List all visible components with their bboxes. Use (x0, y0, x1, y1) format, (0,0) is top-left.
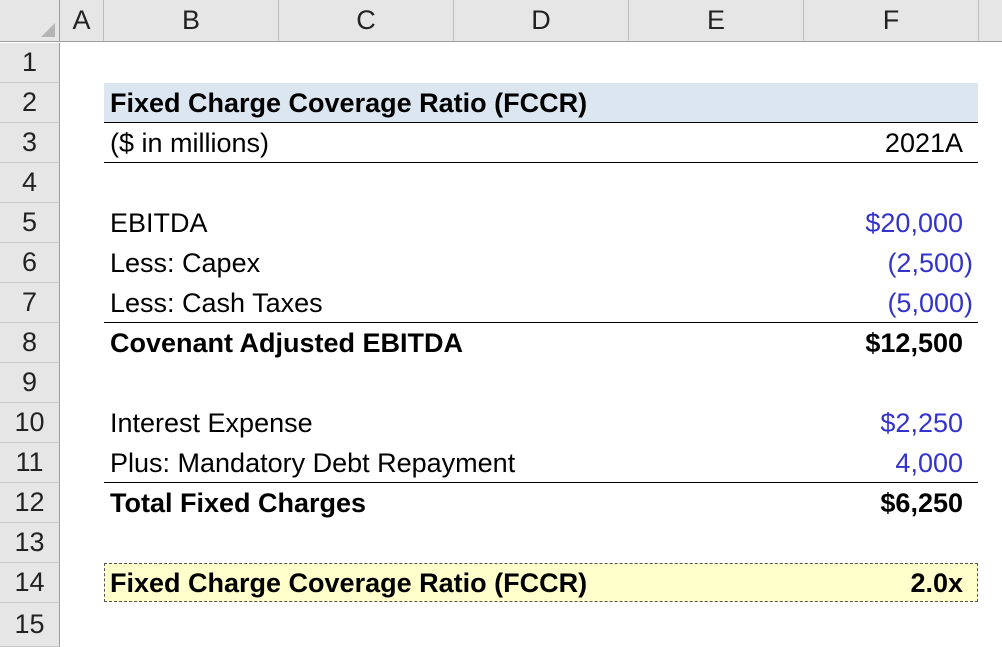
total-fixed-charges-value[interactable]: $6,250 (804, 483, 963, 523)
row-header-7[interactable]: 7 (0, 283, 60, 323)
column-header-f[interactable]: F (804, 0, 979, 42)
capex-label[interactable]: Less: Capex (110, 243, 260, 283)
units-underline (104, 162, 978, 163)
ebitda-label[interactable]: EBITDA (110, 203, 208, 243)
capex-value[interactable]: (2,500) (804, 243, 973, 283)
spreadsheet: A B C D E F 1 2 3 4 5 6 7 8 9 10 11 12 1… (0, 0, 1002, 647)
total-fixed-charges-label[interactable]: Total Fixed Charges (110, 483, 366, 523)
covenant-ebitda-label[interactable]: Covenant Adjusted EBITDA (110, 323, 463, 363)
row-header-14[interactable]: 14 (0, 563, 60, 603)
debt-repayment-value[interactable]: 4,000 (804, 443, 963, 483)
row-header-11[interactable]: 11 (0, 443, 60, 483)
row-header-6[interactable]: 6 (0, 243, 60, 283)
interest-value[interactable]: $2,250 (804, 403, 963, 443)
covenant-ebitda-value[interactable]: $12,500 (804, 323, 963, 363)
column-header-a[interactable]: A (60, 0, 104, 42)
fccr-label[interactable]: Fixed Charge Coverage Ratio (FCCR) (110, 563, 587, 603)
column-header-d[interactable]: D (454, 0, 629, 42)
column-header-g-partial[interactable] (979, 0, 1002, 42)
cash-taxes-value[interactable]: (5,000) (804, 283, 973, 323)
fccr-value[interactable]: 2.0x (804, 563, 963, 603)
row-header-8[interactable]: 8 (0, 323, 60, 363)
interest-label[interactable]: Interest Expense (110, 403, 313, 443)
row-header-9[interactable]: 9 (0, 363, 60, 403)
period-label[interactable]: 2021A (804, 123, 963, 163)
row-header-13[interactable]: 13 (0, 523, 60, 563)
ebitda-value[interactable]: $20,000 (804, 203, 963, 243)
row-header-15[interactable]: 15 (0, 603, 60, 647)
table-title[interactable]: Fixed Charge Coverage Ratio (FCCR) (110, 83, 587, 123)
cash-taxes-label[interactable]: Less: Cash Taxes (110, 283, 323, 323)
units-label[interactable]: ($ in millions) (110, 123, 269, 163)
row-header-10[interactable]: 10 (0, 403, 60, 443)
row-header-4[interactable]: 4 (0, 163, 60, 203)
row-header-2[interactable]: 2 (0, 83, 60, 123)
select-all-corner[interactable] (0, 0, 60, 42)
debt-repayment-label[interactable]: Plus: Mandatory Debt Repayment (110, 443, 515, 483)
row-header-3[interactable]: 3 (0, 123, 60, 163)
column-header-c[interactable]: C (279, 0, 454, 42)
row-header-12[interactable]: 12 (0, 483, 60, 523)
column-header-b[interactable]: B (104, 0, 279, 42)
row-header-1[interactable]: 1 (0, 43, 60, 83)
select-all-triangle-icon (41, 23, 55, 37)
column-header-e[interactable]: E (629, 0, 804, 42)
row-header-5[interactable]: 5 (0, 203, 60, 243)
